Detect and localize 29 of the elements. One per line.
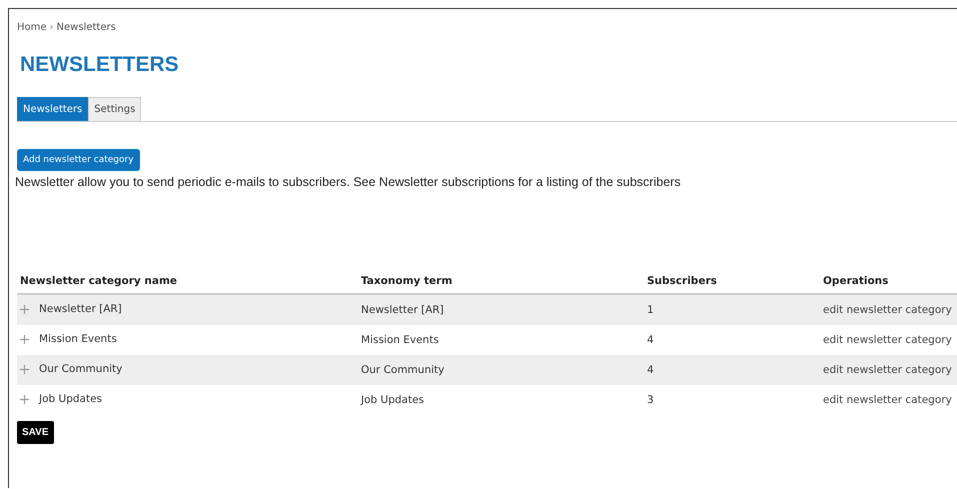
tab[interactable]: Settings xyxy=(88,97,142,121)
table-cell: 4 xyxy=(647,334,654,346)
table-cell: 3 xyxy=(647,394,654,406)
table-cell: Our Community xyxy=(361,364,444,376)
breadcrumb-link[interactable]: Home xyxy=(17,22,47,33)
edit-link[interactable]: edit newsletter category xyxy=(823,394,952,406)
drag-handle-icon[interactable] xyxy=(20,364,29,374)
breadcrumb-separator: › xyxy=(50,22,54,33)
table-cell: 1 xyxy=(647,304,654,316)
table-cell: Job Updates xyxy=(361,394,424,406)
edit-link[interactable]: edit newsletter category xyxy=(823,304,952,316)
table-cell: Newsletter [AR] xyxy=(361,304,444,316)
add-category-button[interactable]: Add newsletter category xyxy=(17,149,140,171)
category-name: Job Updates xyxy=(39,393,102,406)
drag-handle-icon[interactable] xyxy=(20,394,29,404)
description-text: Newsletter allow you to send periodic e-mails to subscribers. See Newsletter subscriptions for a listing of the subscribers xyxy=(15,175,682,189)
edit-link[interactable]: edit newsletter category xyxy=(823,334,952,346)
drag-handle-icon[interactable] xyxy=(20,334,29,344)
category-name: Mission Events xyxy=(39,333,117,346)
breadcrumb-link[interactable]: Newsletters xyxy=(56,22,116,33)
drag-handle-icon[interactable] xyxy=(20,304,29,314)
page-title: NEWSLETTERS xyxy=(20,53,180,77)
edit-link[interactable]: edit newsletter category xyxy=(823,364,952,376)
table-cell: Mission Events xyxy=(361,334,439,346)
tab[interactable]: Newsletters xyxy=(17,97,88,121)
category-name: Our Community xyxy=(39,363,122,376)
table-cell: 4 xyxy=(647,364,654,376)
save-button[interactable]: SAVE xyxy=(17,421,54,444)
category-name: Newsletter [AR] xyxy=(39,303,122,316)
